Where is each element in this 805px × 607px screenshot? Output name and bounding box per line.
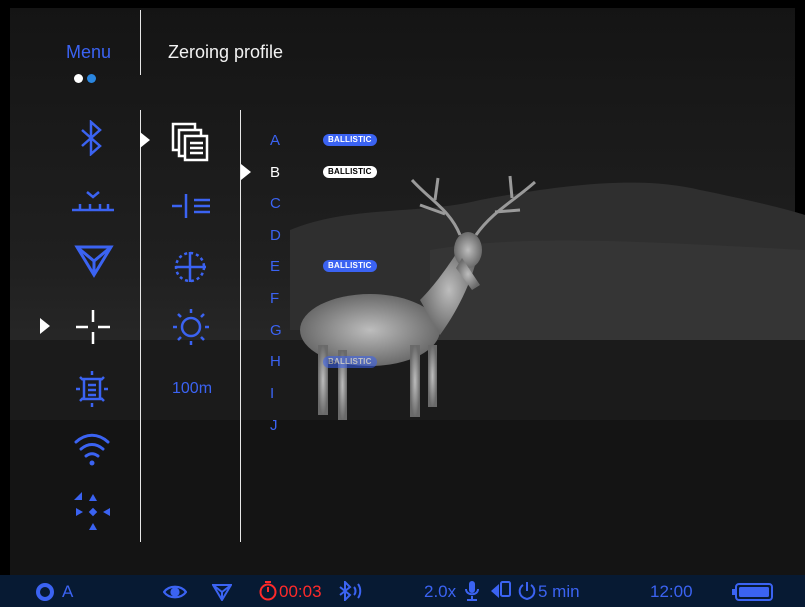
ballistic-badge-e: BALLISTIC (323, 260, 377, 272)
profile-d[interactable]: D (270, 227, 281, 244)
selected-menu-pointer (40, 318, 50, 334)
stopwatch-icon (258, 581, 278, 606)
microphone-icon (464, 580, 480, 607)
clock: 12:00 (650, 582, 693, 601)
header-divider (140, 10, 141, 75)
profile-g[interactable]: G (270, 322, 282, 339)
zeroing-distance-icon[interactable] (70, 186, 116, 221)
brightness-icon[interactable] (172, 308, 210, 351)
recording-timer: 00:03 (279, 582, 322, 601)
thermal-scene-image (0, 0, 805, 607)
menu-title: Menu (66, 42, 112, 62)
status-bar: A 00:03 2.0x 5 min 12:00 (0, 575, 805, 607)
ballistic-badge-b: BALLISTIC (323, 166, 377, 178)
profile-list-icon[interactable] (170, 122, 212, 167)
profile-h[interactable]: H (270, 353, 281, 370)
eye-icon (162, 584, 188, 605)
auto-off-time: 5 min (538, 582, 580, 601)
profile-i[interactable]: I (270, 385, 274, 402)
arrows-center-icon[interactable] (74, 492, 112, 537)
bluetooth-status-icon (338, 579, 364, 606)
page-title: Zeroing profile (168, 42, 284, 62)
profile-f[interactable]: F (270, 290, 279, 307)
bluetooth-icon[interactable] (78, 119, 106, 161)
column-divider-1 (140, 110, 141, 542)
battery-fill (739, 587, 769, 597)
profile-j[interactable]: J (270, 417, 278, 434)
crosshair-icon[interactable] (74, 308, 112, 351)
triangle-reticle-icon[interactable] (74, 243, 114, 284)
profile-e[interactable]: E (270, 258, 280, 275)
profile-c[interactable]: C (270, 195, 281, 212)
profile-indicator-icon (36, 583, 54, 606)
battery-icon (732, 583, 774, 606)
wifi-icon[interactable] (72, 430, 112, 473)
page-indicator (74, 70, 100, 88)
ballistic-badge-a: BALLISTIC (323, 134, 377, 146)
page-dot-active (74, 74, 83, 83)
submenu-pointer (140, 132, 150, 148)
reticle-mode-icon (211, 583, 233, 606)
page-dot-inactive (87, 74, 96, 83)
power-icon (517, 581, 537, 606)
thermal-display: Menu Zeroing profile 100m A BALLISTIC B … (0, 0, 805, 607)
status-profile: A (62, 582, 74, 601)
zeroing-distance-value[interactable]: 100m (172, 380, 212, 398)
zoom-level: 2.0x (424, 582, 457, 601)
profile-b[interactable]: B (270, 164, 280, 181)
profile-a[interactable]: A (270, 132, 280, 149)
zeroing-target-icon[interactable] (172, 248, 212, 291)
ballistic-badge-h: BALLISTIC (323, 356, 377, 368)
reticle-list-icon[interactable] (172, 192, 212, 225)
display-settings-icon[interactable] (73, 370, 111, 413)
device-speaker-icon (490, 580, 512, 607)
profile-pointer (241, 164, 251, 180)
